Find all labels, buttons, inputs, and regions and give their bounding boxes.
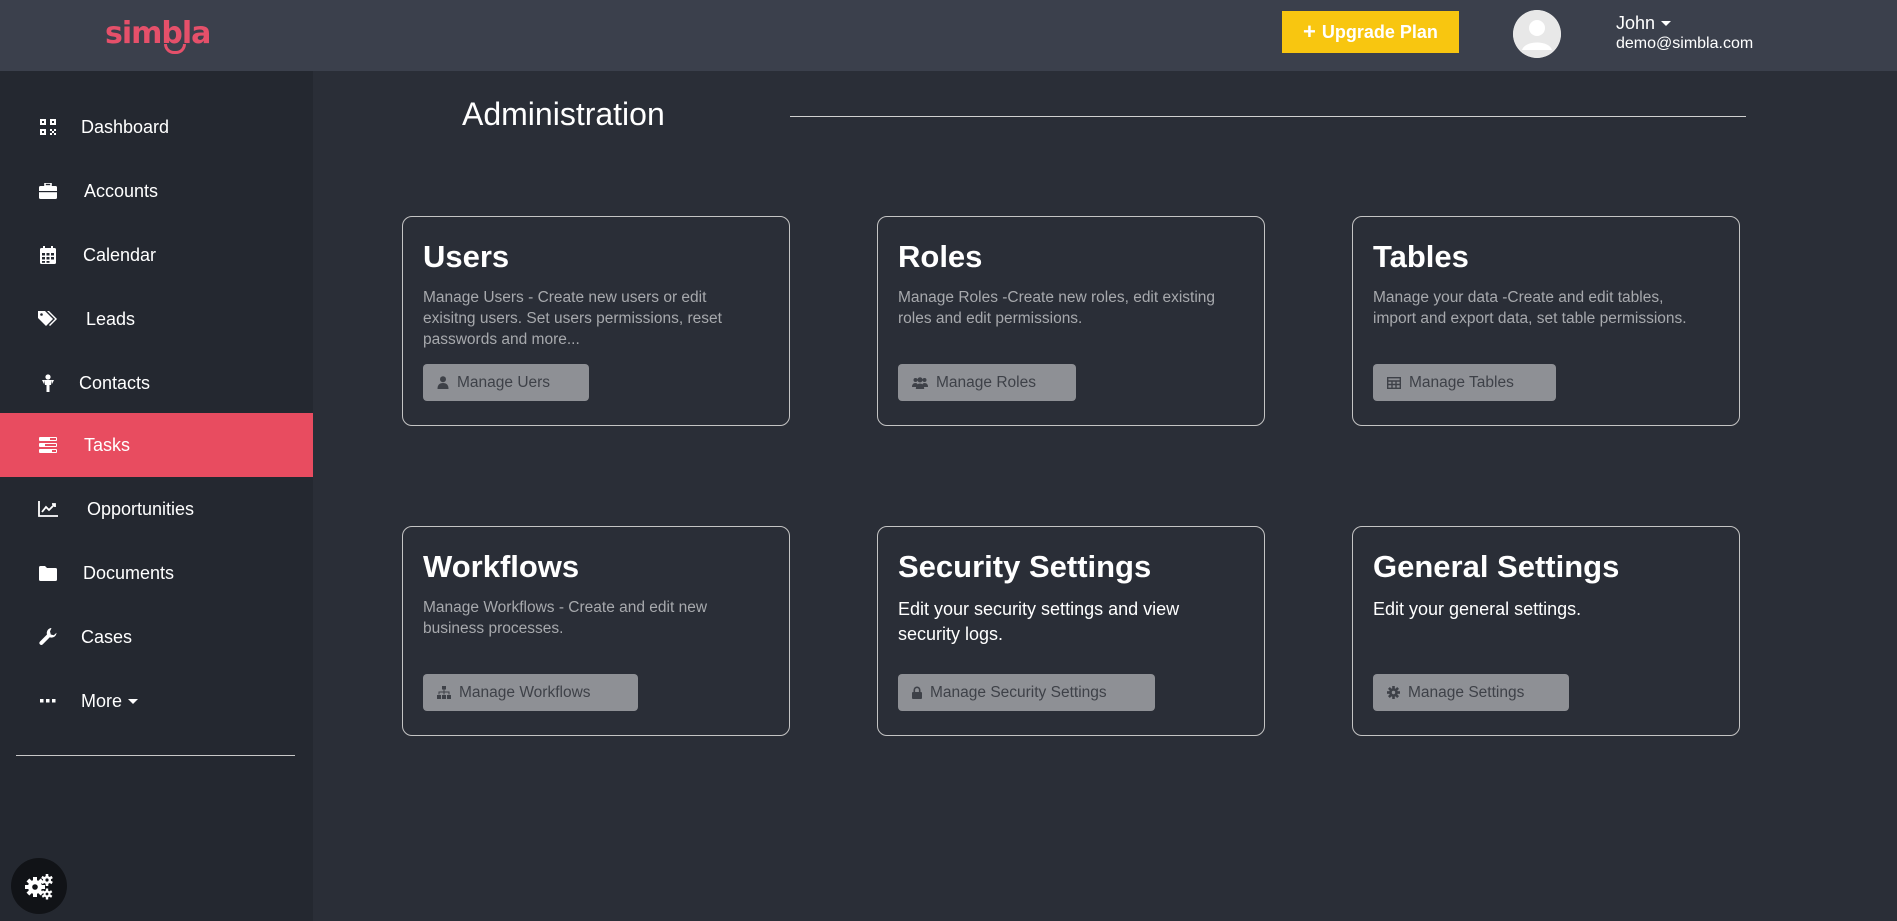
sidebar-item-label: Calendar xyxy=(83,244,157,265)
lock-icon xyxy=(912,686,922,699)
sidebar-item-accounts[interactable]: Accounts xyxy=(0,159,313,223)
button-label: Manage Workflows xyxy=(459,683,591,701)
card-description: Manage your data -Create and edit tables… xyxy=(1373,289,1687,327)
card-title: Workflows xyxy=(423,549,580,584)
avatar[interactable] xyxy=(1513,10,1561,58)
sidebar-more-toggle: More xyxy=(81,690,139,712)
card-title: Security Settings xyxy=(898,549,1152,584)
table-icon xyxy=(1387,376,1401,389)
briefcase-icon xyxy=(37,180,59,202)
logo-smile-mark xyxy=(164,44,186,54)
sidebar-item-leads[interactable]: Leads xyxy=(0,287,313,351)
line-chart-icon xyxy=(37,498,59,520)
sidebar-item-opportunities[interactable]: Opportunities xyxy=(0,477,313,541)
card-general-settings: General Settings Edit your general setti… xyxy=(1352,526,1740,736)
user-menu-toggle[interactable]: John xyxy=(1616,13,1672,34)
button-label: Manage Settings xyxy=(1408,683,1525,701)
upgrade-plan-button[interactable]: + Upgrade Plan xyxy=(1282,11,1459,53)
logo[interactable]: simbla xyxy=(105,16,211,51)
title-divider xyxy=(790,116,1746,117)
manage-tables-button[interactable]: Manage Tables xyxy=(1373,364,1556,401)
person-icon xyxy=(37,372,59,394)
card-workflows: Workflows Manage Workflows - Create and … xyxy=(402,526,790,736)
folder-icon xyxy=(37,562,59,584)
manage-users-button[interactable]: Manage Uers xyxy=(423,364,589,401)
tasks-list-icon xyxy=(37,434,59,456)
user-silhouette-icon xyxy=(1513,10,1561,58)
upgrade-plan-label: Upgrade Plan xyxy=(1321,21,1438,42)
sidebar-item-label: Leads xyxy=(86,308,136,329)
top-bar: simbla + Upgrade Plan John demo@simbla.c… xyxy=(0,0,1897,71)
page-title: Administration xyxy=(462,96,665,132)
sidebar-item-label: Accounts xyxy=(84,180,159,201)
ellipsis-icon xyxy=(37,690,59,712)
sidebar-item-contacts[interactable]: Contacts xyxy=(0,351,313,415)
manage-workflows-button[interactable]: Manage Workflows xyxy=(423,674,638,711)
card-description: Manage Roles -Create new roles, edit exi… xyxy=(898,289,1216,327)
card-security-settings: Security Settings Edit your security set… xyxy=(877,526,1265,736)
sidebar-item-label: More xyxy=(81,690,123,711)
chevron-down-icon xyxy=(1661,21,1672,26)
user-email: demo@simbla.com xyxy=(1616,35,1754,52)
card-description: Manage Users - Create new users or edit … xyxy=(423,289,722,348)
sidebar-item-label: Contacts xyxy=(79,372,151,393)
gears-icon xyxy=(25,874,53,900)
sidebar-item-cases[interactable]: Cases xyxy=(0,605,313,669)
sidebar-divider xyxy=(16,755,295,756)
card-description: Edit your general settings. xyxy=(1373,599,1582,619)
wrench-icon xyxy=(37,626,59,648)
button-label: Manage Security Settings xyxy=(930,683,1107,701)
button-label: Manage Roles xyxy=(936,373,1036,391)
tags-icon xyxy=(37,308,59,330)
card-description: Manage Workflows - Create and edit new b… xyxy=(423,599,708,637)
card-tables: Tables Manage your data -Create and edit… xyxy=(1352,216,1740,426)
card-users: Users Manage Users - Create new users or… xyxy=(402,216,790,426)
manage-settings-button[interactable]: Manage Settings xyxy=(1373,674,1569,711)
button-label: Manage Tables xyxy=(1409,373,1514,391)
sidebar-item-label: Cases xyxy=(81,626,133,647)
card-roles: Roles Manage Roles -Create new roles, ed… xyxy=(877,216,1265,426)
sitemap-icon xyxy=(437,686,451,699)
card-title: General Settings xyxy=(1373,549,1620,584)
sidebar-item-label: Tasks xyxy=(84,434,131,455)
manage-roles-button[interactable]: Manage Roles xyxy=(898,364,1076,401)
card-description: Edit your security settings and view sec… xyxy=(898,599,1180,644)
gear-icon xyxy=(1387,686,1400,699)
sidebar-item-calendar[interactable]: Calendar xyxy=(0,223,313,287)
user-name: John xyxy=(1616,13,1656,33)
button-label: Manage Uers xyxy=(457,373,551,391)
sidebar-item-documents[interactable]: Documents xyxy=(0,541,313,605)
card-title: Tables xyxy=(1373,239,1469,274)
card-title: Roles xyxy=(898,239,983,274)
users-icon xyxy=(912,376,928,389)
chevron-down-icon xyxy=(128,698,139,704)
sidebar-item-label: Opportunities xyxy=(87,498,195,519)
card-title: Users xyxy=(423,239,510,274)
sidebar-item-more[interactable]: More xyxy=(0,669,313,733)
sidebar-item-label: Dashboard xyxy=(81,116,170,137)
manage-security-settings-button[interactable]: Manage Security Settings xyxy=(898,674,1155,711)
settings-fab-button[interactable] xyxy=(11,858,67,914)
user-icon xyxy=(437,376,449,389)
calendar-icon xyxy=(37,244,59,266)
qr-grid-icon xyxy=(37,116,59,138)
plus-icon: + xyxy=(1303,19,1316,44)
sidebar-item-dashboard[interactable]: Dashboard xyxy=(0,95,313,159)
sidebar-item-tasks[interactable]: Tasks xyxy=(0,413,313,477)
sidebar-item-label: Documents xyxy=(83,562,175,583)
sidebar: Dashboard Accounts Calendar Leads Contac… xyxy=(0,71,313,921)
